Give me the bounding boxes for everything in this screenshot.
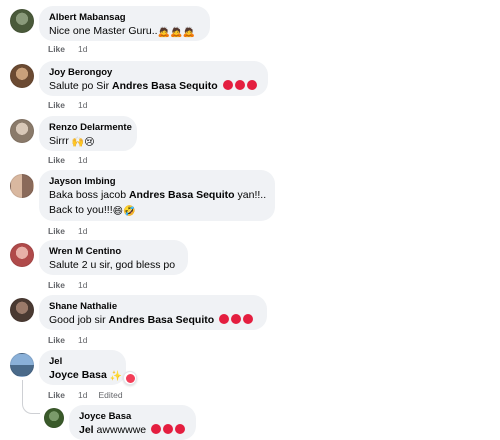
heart-icon (126, 374, 135, 383)
comment-text: Joyce Basa ✨ (49, 368, 122, 383)
comment-body: Baka boss jacob (49, 189, 129, 201)
heart-icon (163, 424, 174, 434)
heart-icon (243, 314, 254, 324)
comment-author[interactable]: Jayson Imbing (49, 175, 265, 188)
timestamp[interactable]: 1d (78, 100, 87, 110)
like-button[interactable]: Like (48, 155, 65, 165)
comment-actions: Like 1d (48, 44, 98, 54)
comment-body-suffix: yan!!.. (234, 189, 267, 201)
comment-text: Good job sir Andres Basa Sequito (49, 313, 257, 328)
comment-text: Sirrr 🙌😢 (49, 134, 127, 149)
heart-icon (246, 80, 257, 90)
heart-icon (234, 80, 245, 90)
avatar[interactable] (10, 64, 34, 88)
comment-text: Salute 2 u sir, god bless po (49, 259, 176, 271)
comment-body: Good job sir (49, 314, 109, 326)
avatar[interactable] (10, 9, 34, 33)
like-button[interactable]: Like (48, 226, 65, 236)
avatar[interactable] (10, 174, 34, 198)
like-button[interactable]: Like (48, 390, 65, 400)
emoji-group: 🙌😢 (71, 137, 95, 148)
comment-author[interactable]: Renzo Delarmente (49, 121, 132, 134)
avatar[interactable] (10, 353, 34, 377)
like-button[interactable]: Like (48, 280, 65, 290)
mention-link[interactable]: Jel (79, 424, 94, 436)
mention-link[interactable]: Joyce Basa (49, 369, 107, 381)
comment-author[interactable]: Albert Mabansag (49, 11, 200, 24)
timestamp[interactable]: 1d (78, 44, 87, 54)
comment-bubble: Jel Joyce Basa ✨ (39, 350, 126, 385)
heart-icon (231, 314, 242, 324)
comment-actions: Like 1d (48, 280, 98, 290)
comment-bubble: Shane Nathalie Good job sir Andres Basa … (39, 295, 267, 330)
comment-body: Sirrr (49, 135, 72, 147)
comment-body: Salute po Sir (49, 80, 113, 92)
comment-text-line2: Back to you!!!😄🤣 (49, 203, 265, 218)
like-button[interactable]: Like (48, 100, 65, 110)
avatar[interactable] (44, 408, 64, 428)
comment-bubble: Albert Mabansag Nice one Master Guru..🙇🙇… (39, 6, 210, 41)
avatar[interactable] (10, 298, 34, 322)
mention-link[interactable]: Andres Basa Sequito (112, 80, 218, 92)
comment-actions: Like 1d (48, 335, 98, 345)
avatar[interactable] (10, 119, 34, 143)
emoji-group: 😄🤣 (112, 206, 136, 217)
comment-actions: Like 1d (48, 226, 98, 236)
comment-actions: Like 1d Edited (48, 390, 123, 400)
comment-text: Salute po Sir Andres Basa Sequito (49, 79, 258, 94)
reply-thread-line (22, 380, 40, 414)
like-button[interactable]: Like (48, 335, 65, 345)
timestamp[interactable]: 1d (78, 155, 87, 165)
mention-link[interactable]: Andres Basa Sequito (109, 314, 215, 326)
emoji-group: 🙇🙇🙇 (157, 27, 195, 38)
timestamp[interactable]: 1d (78, 335, 87, 345)
timestamp[interactable]: 1d (78, 390, 87, 400)
comment-author[interactable]: Joyce Basa (79, 410, 186, 423)
comment-author[interactable]: Shane Nathalie (49, 300, 257, 313)
edited-label: Edited (98, 390, 123, 400)
comment-body: Nice one Master Guru.. (49, 25, 158, 37)
reaction-love-icon[interactable] (123, 371, 137, 385)
timestamp[interactable]: 1d (78, 226, 87, 236)
comment-text: Baka boss jacob Andres Basa Sequito yan!… (49, 188, 267, 203)
comment-body: Back to you!!! (49, 204, 113, 216)
comment-actions: Like 1d (48, 155, 98, 165)
avatar[interactable] (10, 243, 34, 267)
comment-author[interactable]: Joy Berongoy (49, 66, 258, 79)
comment-actions: Like 1d (48, 100, 98, 110)
comment-author[interactable]: Jel (49, 355, 116, 368)
timestamp[interactable]: 1d (78, 280, 87, 290)
comment-bubble: Joyce Basa Jel awwwwwe (69, 405, 196, 440)
comment-text: Nice one Master Guru..🙇🙇🙇 (49, 24, 200, 39)
comment-bubble: Jayson Imbing Baka boss jacob Andres Bas… (39, 170, 275, 221)
comment-bubble: Renzo Delarmente Sirrr 🙌😢 (39, 116, 137, 151)
like-button[interactable]: Like (48, 44, 65, 54)
heart-icon (219, 314, 230, 324)
comment-author[interactable]: Wren M Centino (49, 245, 178, 258)
heart-icon (151, 424, 162, 434)
comment-text: Jel awwwwwe (79, 423, 186, 438)
mention-link[interactable]: Andres Basa Sequito (129, 189, 235, 201)
sparkles-icon: ✨ (109, 371, 123, 382)
heart-icon (222, 80, 233, 90)
comment-bubble: Wren M Centino Salute 2 u sir, god bless… (39, 240, 188, 275)
comment-body: awwwwwe (93, 424, 147, 436)
heart-icon (175, 424, 186, 434)
comment-bubble: Joy Berongoy Salute po Sir Andres Basa S… (39, 61, 268, 96)
